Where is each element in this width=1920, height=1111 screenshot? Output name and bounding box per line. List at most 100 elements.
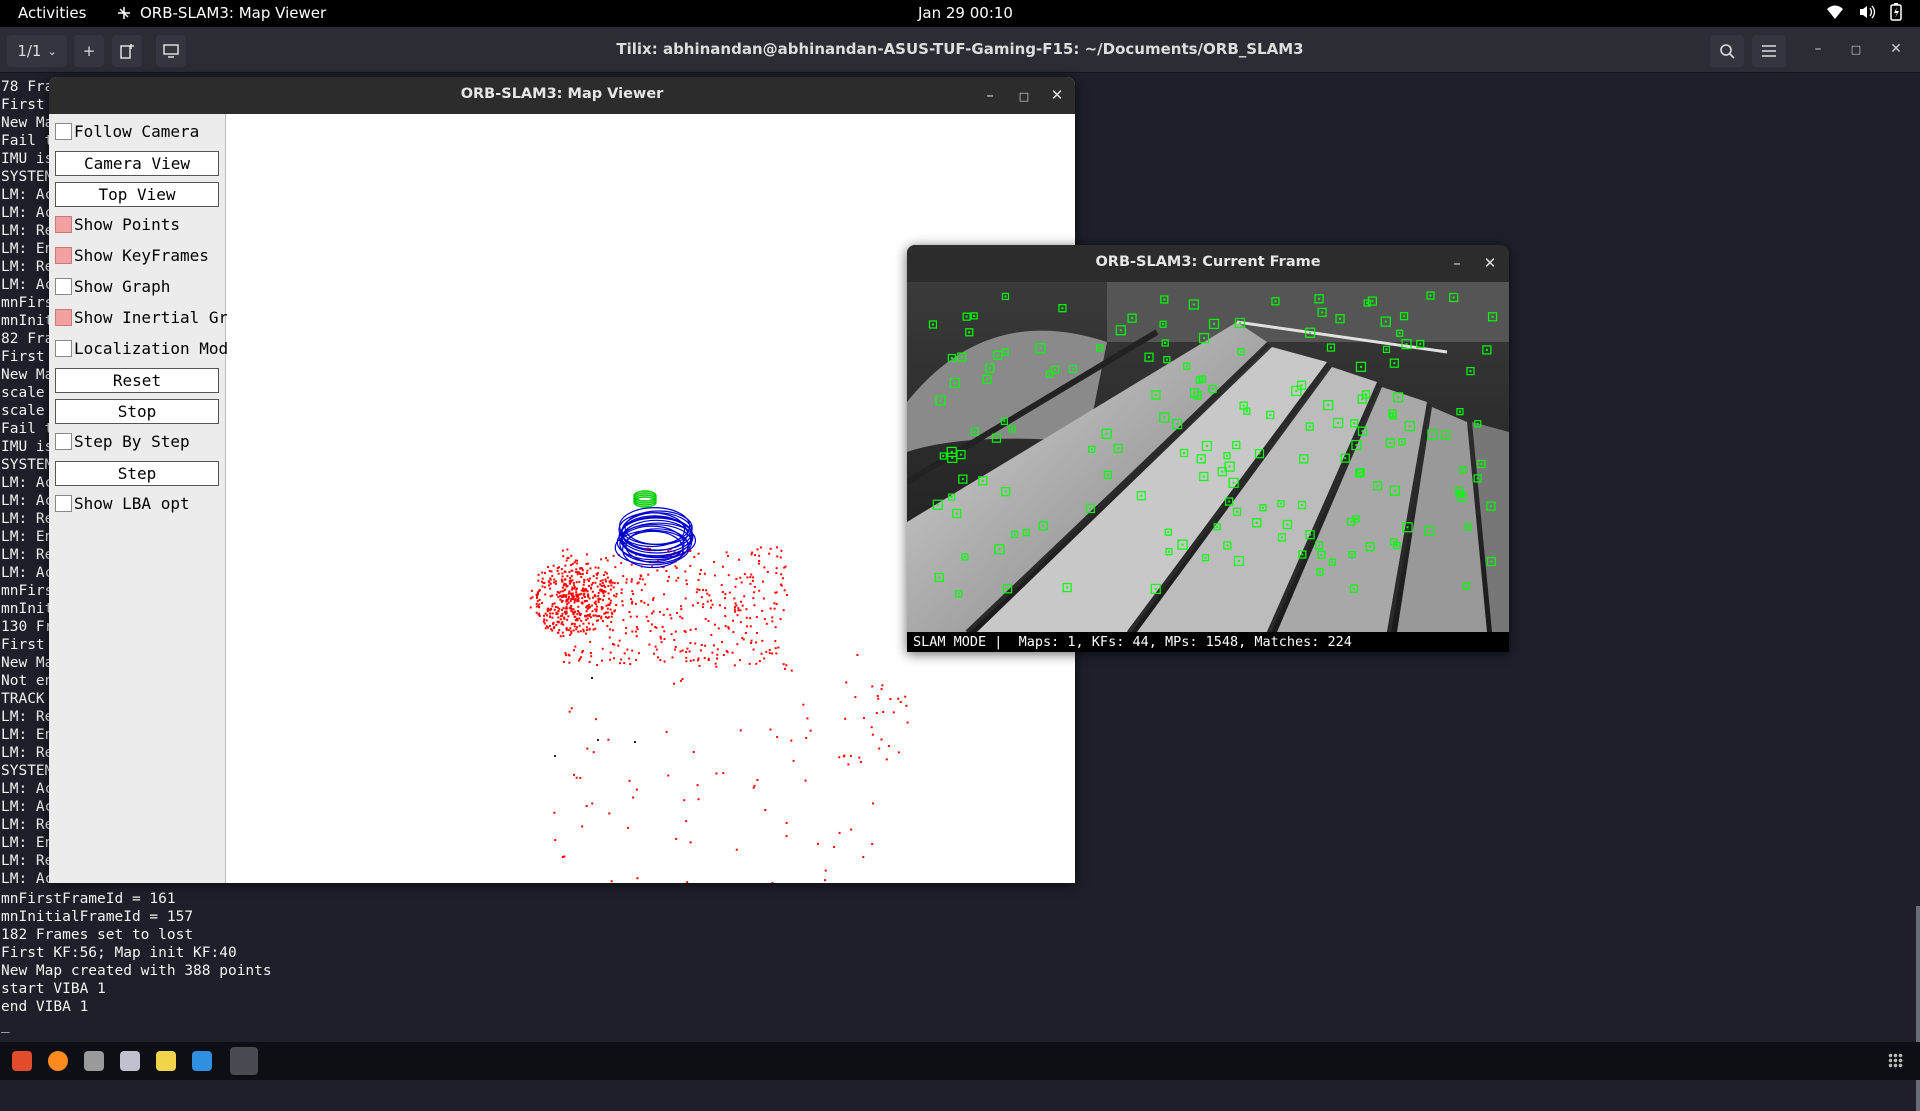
map-point bbox=[643, 601, 646, 604]
checkbox-box[interactable] bbox=[55, 433, 72, 450]
button-step[interactable]: Step bbox=[55, 461, 219, 486]
panel-label: Step By Step bbox=[74, 432, 190, 451]
checkbox-box[interactable] bbox=[55, 495, 72, 512]
feature-point bbox=[1148, 356, 1151, 359]
checkbox-show-points[interactable]: Show Points bbox=[55, 213, 219, 238]
map-point bbox=[651, 612, 654, 615]
checkbox-box[interactable] bbox=[55, 247, 72, 264]
map-viewer-titlebar[interactable]: ORB-SLAM3: Map Viewer – □ ✕ bbox=[49, 77, 1075, 114]
map-point bbox=[745, 608, 748, 611]
checkbox-localization-mode[interactable]: Localization Mode bbox=[55, 337, 238, 362]
map-point bbox=[578, 593, 581, 596]
brave-browser-icon[interactable] bbox=[12, 1051, 32, 1071]
map-point bbox=[665, 569, 668, 572]
checkbox-follow-camera[interactable]: Follow Camera bbox=[55, 120, 219, 145]
text-editor-icon[interactable] bbox=[156, 1051, 176, 1071]
spreadsheet-icon[interactable] bbox=[120, 1051, 140, 1071]
search-button[interactable] bbox=[1710, 35, 1744, 67]
map-point bbox=[620, 591, 623, 594]
feature-point bbox=[1105, 432, 1108, 435]
map-point bbox=[680, 605, 683, 608]
map-point bbox=[588, 627, 591, 630]
current-frame-window[interactable]: ORB-SLAM3: Current Frame – ✕ SLAM MODE |… bbox=[907, 245, 1509, 652]
minimize-button[interactable]: – bbox=[1808, 41, 1828, 61]
close-button[interactable]: ✕ bbox=[1886, 41, 1906, 61]
files-icon[interactable] bbox=[84, 1051, 104, 1071]
feature-point bbox=[1025, 531, 1028, 534]
map-point bbox=[685, 650, 688, 653]
button-reset[interactable]: Reset bbox=[55, 368, 219, 393]
map-point bbox=[610, 584, 613, 587]
map-point bbox=[586, 605, 589, 608]
map-point bbox=[588, 605, 591, 608]
map-point bbox=[706, 600, 709, 603]
current-frame-minimize-button[interactable]: – bbox=[1447, 253, 1467, 273]
map-point bbox=[765, 622, 768, 625]
map-point bbox=[775, 567, 778, 570]
map-point bbox=[713, 574, 716, 577]
map-viewer-minimize-button[interactable]: – bbox=[980, 85, 1000, 105]
minimize-icon: – bbox=[1453, 254, 1461, 272]
map-point bbox=[632, 796, 635, 799]
feature-point bbox=[1183, 451, 1186, 454]
maximize-button[interactable]: □ bbox=[1846, 41, 1866, 61]
checkbox-box[interactable] bbox=[55, 309, 72, 326]
map-point bbox=[667, 774, 670, 777]
map-point bbox=[776, 555, 779, 558]
map-point bbox=[592, 575, 595, 578]
map-point bbox=[743, 573, 746, 576]
checkbox-show-inertial-graph[interactable]: Show Inertial Graph bbox=[55, 306, 257, 331]
app-menu[interactable]: ORB-SLAM3: Map Viewer bbox=[116, 4, 326, 22]
clock[interactable]: Jan 29 00:10 bbox=[918, 4, 1013, 22]
map-point bbox=[597, 739, 599, 741]
vscode-icon[interactable] bbox=[192, 1051, 212, 1071]
map-point bbox=[809, 729, 812, 732]
feature-point bbox=[950, 450, 953, 453]
map-point bbox=[581, 573, 584, 576]
activities-button[interactable]: Activities bbox=[18, 4, 86, 22]
app-grid-icon[interactable] bbox=[1888, 1053, 1904, 1069]
map-viewer-close-button[interactable]: ✕ bbox=[1047, 85, 1067, 105]
system-tray[interactable] bbox=[1826, 3, 1902, 21]
map-viewer-maximize-button[interactable]: □ bbox=[1014, 85, 1034, 105]
checkbox-box[interactable] bbox=[55, 278, 72, 295]
button-top-view[interactable]: Top View bbox=[55, 182, 219, 207]
map-point bbox=[579, 567, 582, 570]
map-viewer-title: ORB-SLAM3: Map Viewer bbox=[460, 86, 664, 102]
button-camera-view[interactable]: Camera View bbox=[55, 151, 219, 176]
feature-point bbox=[1309, 533, 1312, 536]
map-point bbox=[555, 623, 558, 626]
button-stop[interactable]: Stop bbox=[55, 399, 219, 424]
map-point bbox=[583, 578, 586, 581]
tilix-icon[interactable] bbox=[230, 1047, 258, 1075]
checkbox-show-graph[interactable]: Show Graph bbox=[55, 275, 219, 300]
firefox-icon[interactable] bbox=[48, 1051, 68, 1071]
current-frame-close-button[interactable]: ✕ bbox=[1480, 253, 1500, 273]
terminal-scrollbar[interactable] bbox=[1916, 906, 1920, 1111]
map-point bbox=[752, 597, 755, 600]
feature-point bbox=[1490, 560, 1493, 563]
current-frame-titlebar[interactable]: ORB-SLAM3: Current Frame – ✕ bbox=[907, 245, 1509, 282]
checkbox-show-lba-opt[interactable]: Show LBA opt bbox=[55, 492, 219, 517]
map-point bbox=[562, 594, 565, 597]
map-point bbox=[590, 586, 593, 589]
menu-button[interactable] bbox=[1752, 35, 1786, 67]
checkbox-box[interactable] bbox=[55, 340, 72, 357]
map-point bbox=[878, 747, 881, 750]
checkbox-show-keyframes[interactable]: Show KeyFrames bbox=[55, 244, 219, 269]
map-point bbox=[628, 657, 631, 660]
checkbox-box[interactable] bbox=[55, 216, 72, 233]
panel-label: Show LBA opt bbox=[74, 494, 190, 513]
map-point bbox=[567, 615, 570, 618]
map-point bbox=[751, 579, 754, 582]
checkbox-box[interactable] bbox=[55, 123, 72, 140]
map-point bbox=[726, 554, 729, 557]
map-point bbox=[637, 581, 640, 584]
map-point bbox=[542, 614, 545, 617]
map-point bbox=[906, 721, 909, 724]
map-point bbox=[549, 612, 552, 615]
map-point bbox=[547, 584, 550, 587]
checkbox-step-by-step[interactable]: Step By Step bbox=[55, 430, 219, 455]
map-point bbox=[575, 581, 578, 584]
map-point bbox=[557, 596, 560, 599]
